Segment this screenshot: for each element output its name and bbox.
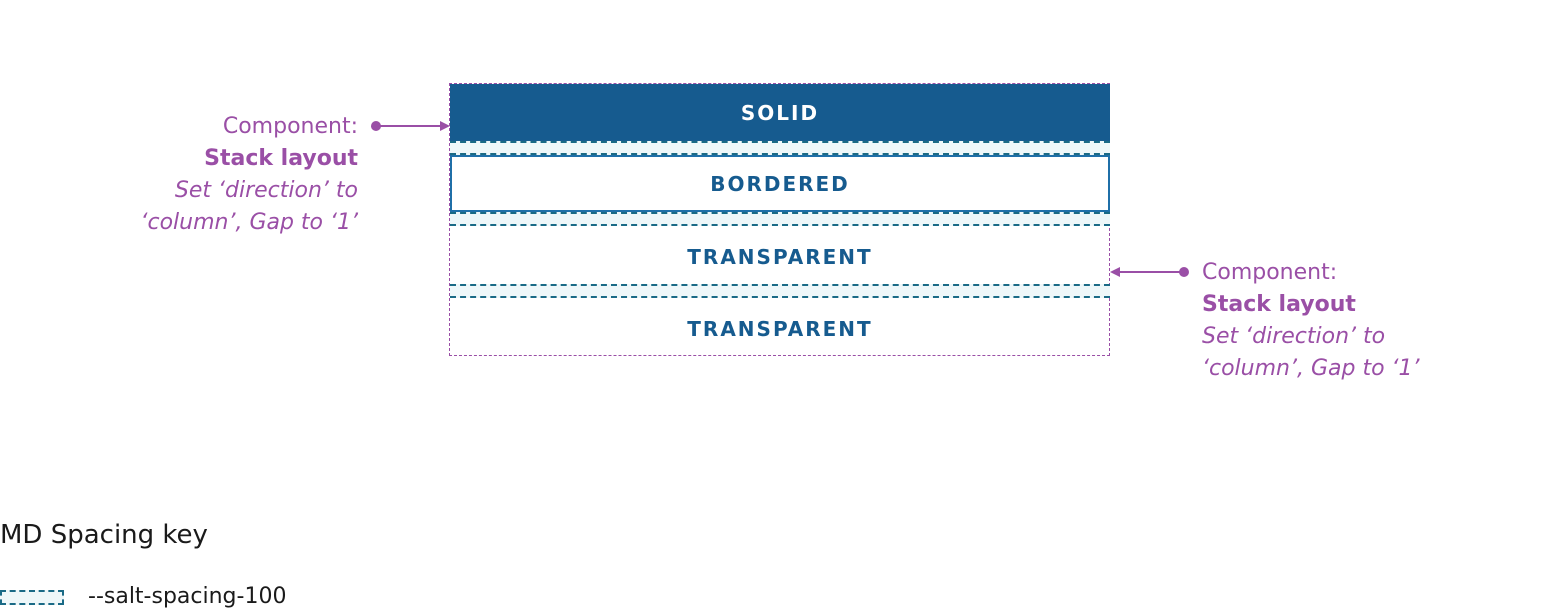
annotation-instruction: Set ‘direction’ to xyxy=(174,178,358,203)
transparent-button[interactable]: TRANSPARENT xyxy=(450,300,1110,357)
annotation-instruction: ‘column’, Gap to ‘1’ xyxy=(140,210,358,235)
annotation-component-name: Stack layout xyxy=(204,146,358,171)
solid-button[interactable]: SOLID xyxy=(450,84,1110,141)
annotation-component-label: Component: xyxy=(222,114,358,139)
transparent-button[interactable]: TRANSPARENT xyxy=(450,228,1110,285)
connector-arrow-left xyxy=(371,121,450,131)
bordered-button[interactable]: BORDERED xyxy=(450,155,1110,212)
arrowhead-icon xyxy=(440,121,450,131)
spacing-key-label: --salt-spacing-100 xyxy=(88,584,287,609)
annotation-left: Component: Stack layout Set ‘direction’ … xyxy=(140,111,358,239)
annotation-instruction: Set ‘direction’ to xyxy=(1202,324,1386,349)
spacing-key-title: MD Spacing key xyxy=(0,520,208,550)
spacing-gap xyxy=(450,212,1110,226)
connector-dot-icon xyxy=(1179,267,1189,277)
annotation-instruction: ‘column’, Gap to ‘1’ xyxy=(1202,356,1420,381)
spacing-gap xyxy=(450,284,1110,298)
annotation-component-label: Component: xyxy=(1202,260,1338,285)
spacing-key-swatch xyxy=(0,590,64,605)
spacing-gap xyxy=(450,141,1110,155)
connector-arrow-right xyxy=(1110,267,1189,277)
annotation-component-name: Stack layout xyxy=(1202,292,1356,317)
annotation-right: Component: Stack layout Set ‘direction’ … xyxy=(1202,257,1420,385)
